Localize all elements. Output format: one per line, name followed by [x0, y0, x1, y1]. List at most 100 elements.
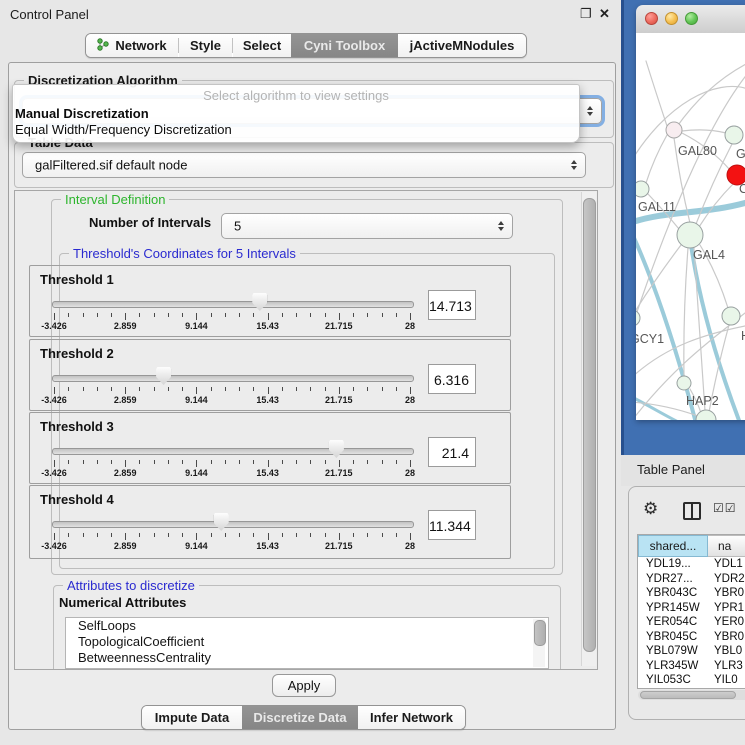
slider-thumb[interactable]: [329, 440, 344, 458]
float-window-icon[interactable]: ❐: [580, 6, 592, 22]
slider-tick-label: 9.144: [185, 468, 208, 478]
network-canvas[interactable]: GAL80GACGAL11GAL4GCY1HHAP2: [636, 33, 745, 420]
tab-jactivemnodules[interactable]: jActiveMNodules: [398, 34, 526, 57]
slider-tick: [168, 460, 169, 464]
table-horizontal-scrollbar[interactable]: [638, 690, 745, 700]
table-row[interactable]: YPR145WYPR1: [638, 601, 745, 616]
tab-impute-data[interactable]: Impute Data: [142, 706, 242, 729]
slider-tick: [268, 460, 269, 467]
scrollbar-thumb[interactable]: [583, 198, 596, 652]
network-node[interactable]: [725, 126, 743, 144]
scrollbar-thumb[interactable]: [640, 691, 736, 699]
slider-tick-label: 2.859: [114, 468, 137, 478]
slider-tick: [382, 460, 383, 464]
threshold-panel: Threshold 2-3.4262.8599.14415.4321.71528…: [29, 339, 511, 411]
list-item[interactable]: SelfLoops: [66, 618, 548, 634]
scrollbar-thumb[interactable]: [534, 620, 546, 646]
slider-tick: [353, 387, 354, 391]
tab-infer-network[interactable]: Infer Network: [358, 706, 465, 729]
network-edge[interactable]: [682, 130, 726, 133]
attributes-list-scrollbar[interactable]: [533, 619, 545, 667]
tab-style[interactable]: Style: [179, 34, 232, 57]
close-window-icon[interactable]: ✕: [599, 6, 610, 22]
list-item[interactable]: TopologicalCoefficient: [66, 634, 548, 650]
network-edge[interactable]: [646, 135, 667, 183]
network-node[interactable]: [677, 222, 703, 248]
slider-tick: [225, 460, 226, 464]
apply-button[interactable]: Apply: [272, 674, 336, 697]
slider-thumb[interactable]: [214, 513, 229, 531]
tab-discretize-data[interactable]: Discretize Data: [242, 706, 358, 729]
minimize-traffic-light-icon[interactable]: [665, 12, 678, 25]
slider-tick: [125, 460, 126, 467]
slider-track[interactable]: [52, 448, 414, 455]
slider-tick-label: -3.426: [41, 321, 67, 331]
network-edge[interactable]: [684, 248, 688, 377]
network-node[interactable]: [722, 307, 740, 325]
threshold-value-field[interactable]: 14.713: [428, 290, 476, 320]
table-row[interactable]: YDR27...YDR2: [638, 572, 745, 587]
network-edge[interactable]: [676, 63, 745, 128]
network-window-titlebar[interactable]: [636, 5, 745, 34]
threshold-label: Threshold 3: [40, 419, 114, 434]
threshold-panel: Threshold 1-3.4262.8599.14415.4321.71528…: [29, 265, 511, 337]
select-columns-checkboxes-icon[interactable]: ☑☑: [713, 501, 737, 515]
network-edge[interactable]: [646, 61, 669, 132]
network-node[interactable]: [636, 181, 649, 197]
network-node[interactable]: [677, 376, 691, 390]
table-data-combobox[interactable]: galFiltered.sif default node: [22, 152, 586, 178]
slider-thumb[interactable]: [252, 293, 267, 311]
zoom-traffic-light-icon[interactable]: [685, 12, 698, 25]
threshold-value-field[interactable]: 21.4: [428, 437, 476, 467]
table-row[interactable]: YBR045CYBR0: [638, 630, 745, 645]
table-row[interactable]: YBR043CYBR0: [638, 586, 745, 601]
slider-track[interactable]: [52, 301, 414, 308]
table-row[interactable]: YIL053CYIL0: [638, 673, 745, 688]
columns-icon[interactable]: [683, 502, 701, 520]
slider-tick-label: 2.859: [114, 321, 137, 331]
slider-tick: [68, 387, 69, 391]
list-item[interactable]: BetweennessCentrality: [66, 650, 548, 666]
number-of-intervals-combobox[interactable]: 5: [221, 213, 513, 239]
network-node[interactable]: [636, 310, 640, 326]
tab-cyni-toolbox[interactable]: Cyni Toolbox: [291, 34, 398, 57]
cell-shared-name: YER054C: [646, 615, 704, 630]
threshold-value-field[interactable]: 11.344: [428, 510, 476, 540]
table-row[interactable]: YDL19...YDL1: [638, 557, 745, 572]
slider-tick-label: 21.715: [325, 321, 353, 331]
tab-select[interactable]: Select: [233, 34, 291, 57]
slider-thumb[interactable]: [156, 367, 171, 385]
slider-tick-label: 28: [405, 468, 415, 478]
slider-tick: [111, 533, 112, 537]
settings-gear-icon[interactable]: ⚙: [643, 499, 658, 519]
threshold-label: Threshold 2: [40, 346, 114, 361]
network-node-label: GAL11: [638, 200, 676, 214]
cell-shared-name: YLR345W: [646, 659, 704, 674]
column-header-shared-name[interactable]: shared...: [638, 535, 708, 557]
slider-track[interactable]: [52, 521, 414, 528]
tab-network[interactable]: Network: [86, 34, 178, 57]
table-row[interactable]: YER054CYER0: [638, 615, 745, 630]
network-edge[interactable]: [694, 248, 705, 411]
slider-tick: [339, 313, 340, 320]
dropdown-item-equal-width-frequency[interactable]: Equal Width/Frequency Discretization: [15, 122, 575, 138]
dropdown-item-manual-discretization[interactable]: Manual Discretization: [15, 106, 575, 122]
slider-tick-label: -3.426: [41, 395, 67, 405]
table-row[interactable]: YBL079WYBL0: [638, 644, 745, 659]
table-row[interactable]: YLR345WYLR3: [638, 659, 745, 674]
threshold-value-field[interactable]: 6.316: [428, 364, 476, 394]
settings-vertical-scrollbar[interactable]: [581, 192, 596, 666]
slider-tick: [325, 387, 326, 391]
column-header-name[interactable]: na: [708, 535, 745, 557]
network-node[interactable]: [666, 122, 682, 138]
close-traffic-light-icon[interactable]: [645, 12, 658, 25]
slider-tick: [196, 387, 197, 394]
slider-tick: [296, 460, 297, 464]
slider-tick-label: 2.859: [114, 541, 137, 551]
slider-tick-label: -3.426: [41, 468, 67, 478]
network-node-label: GCY1: [636, 332, 664, 346]
slider-tick: [154, 533, 155, 537]
network-node[interactable]: [696, 410, 716, 420]
network-edge-thick[interactable]: [636, 395, 686, 420]
slider-track[interactable]: [52, 375, 414, 382]
